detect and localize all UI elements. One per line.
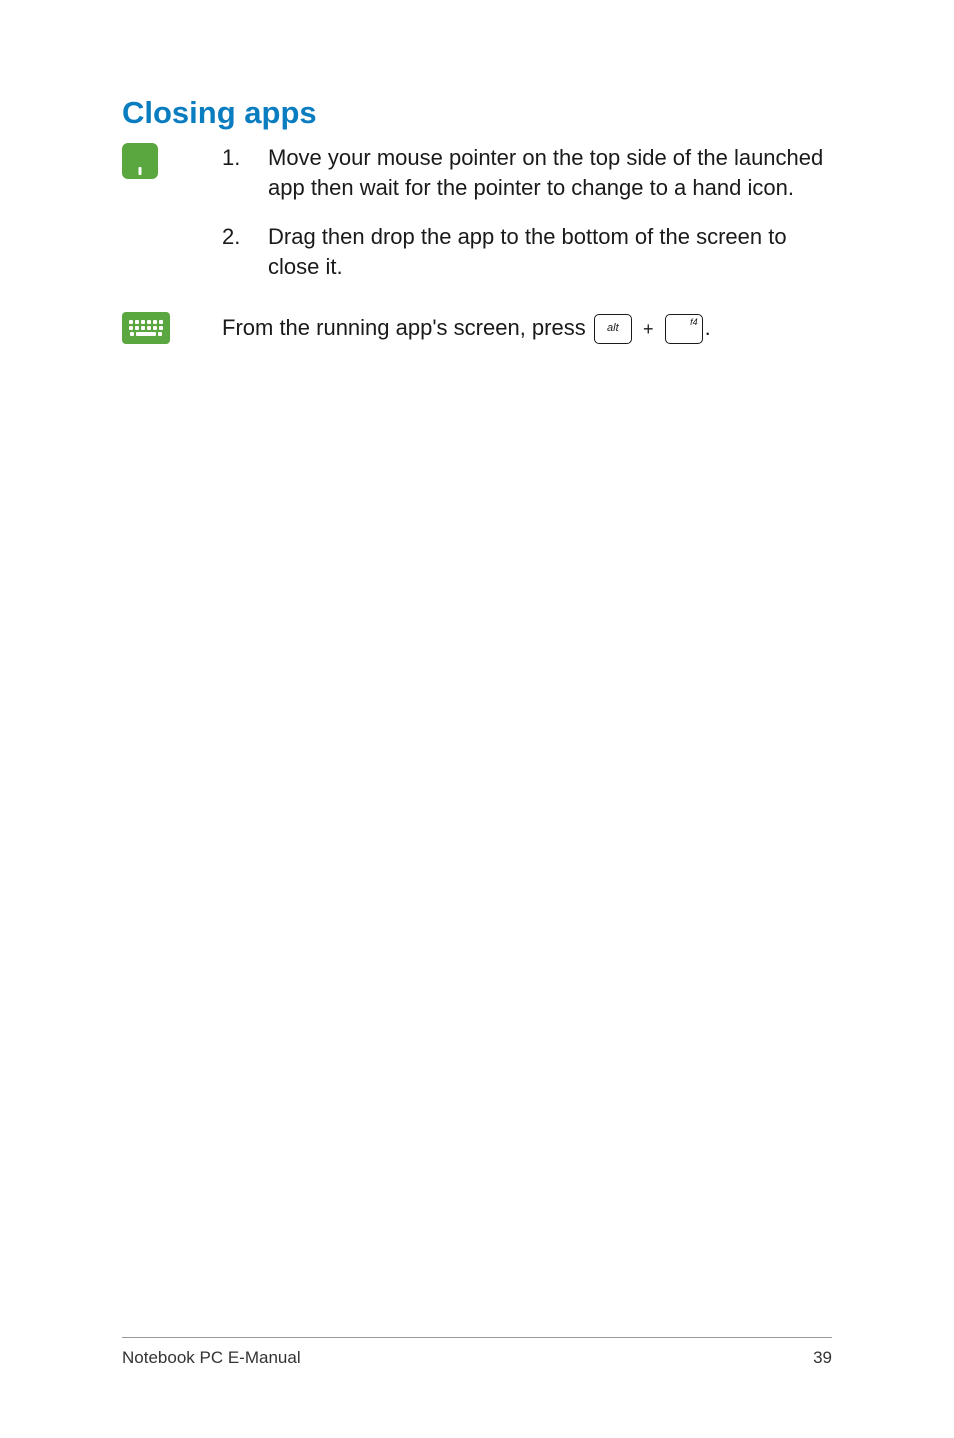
footer-title: Notebook PC E-Manual	[122, 1348, 301, 1368]
instruction-prefix: From the running app's screen, press	[222, 315, 592, 340]
list-item: Move your mouse pointer on the top side …	[222, 143, 832, 202]
instruction-suffix: .	[705, 315, 711, 340]
f4-keycap: f4	[665, 314, 703, 344]
plus-symbol: +	[643, 319, 654, 339]
alt-keycap: alt	[594, 314, 632, 344]
keyboard-instruction-block: From the running app's screen, press alt…	[122, 312, 832, 344]
touchpad-steps-list: Move your mouse pointer on the top side …	[222, 143, 832, 302]
touchpad-instruction-block: Move your mouse pointer on the top side …	[122, 143, 832, 302]
section-heading: Closing apps	[122, 95, 832, 131]
keyboard-icon	[122, 312, 170, 344]
page-footer: Notebook PC E-Manual 39	[122, 1337, 832, 1368]
page-number: 39	[813, 1348, 832, 1368]
touchpad-icon	[122, 143, 158, 179]
keyboard-instruction-text: From the running app's screen, press alt…	[222, 312, 711, 344]
list-item: Drag then drop the app to the bottom of …	[222, 222, 832, 281]
